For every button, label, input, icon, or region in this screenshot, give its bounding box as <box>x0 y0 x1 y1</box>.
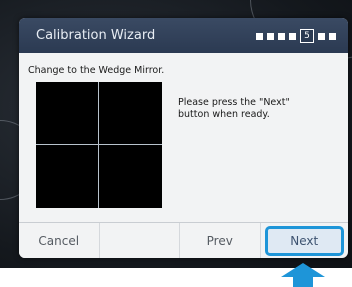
prompt-text: Please press the "Next" button when read… <box>178 97 290 120</box>
crosshair-horizontal <box>36 144 162 145</box>
title-bar: Calibration Wizard 5 <box>19 18 348 53</box>
step-dot <box>318 32 325 40</box>
dialog-title: Calibration Wizard <box>36 28 156 43</box>
prev-button[interactable]: Prev <box>180 223 261 258</box>
blank-button <box>99 223 180 258</box>
next-button[interactable]: Next <box>264 225 344 256</box>
cancel-button[interactable]: Cancel <box>19 223 100 258</box>
crosshair-vertical <box>98 82 99 208</box>
step-dot <box>329 32 336 40</box>
current-step-number: 5 <box>300 29 314 43</box>
instruction-text: Change to the Wedge Mirror. <box>28 65 165 76</box>
button-bar: Cancel Prev Next <box>19 222 348 258</box>
next-button-wrap: Next <box>261 223 349 258</box>
calibration-dialog: Calibration Wizard 5 Change to the Wedge… <box>19 18 348 258</box>
up-arrow-icon <box>281 263 325 287</box>
camera-preview <box>36 82 162 208</box>
step-dot <box>289 32 296 40</box>
step-dot <box>256 32 263 40</box>
step-indicator: 5 <box>256 29 336 43</box>
step-dot <box>267 32 274 40</box>
step-dot <box>278 32 285 40</box>
